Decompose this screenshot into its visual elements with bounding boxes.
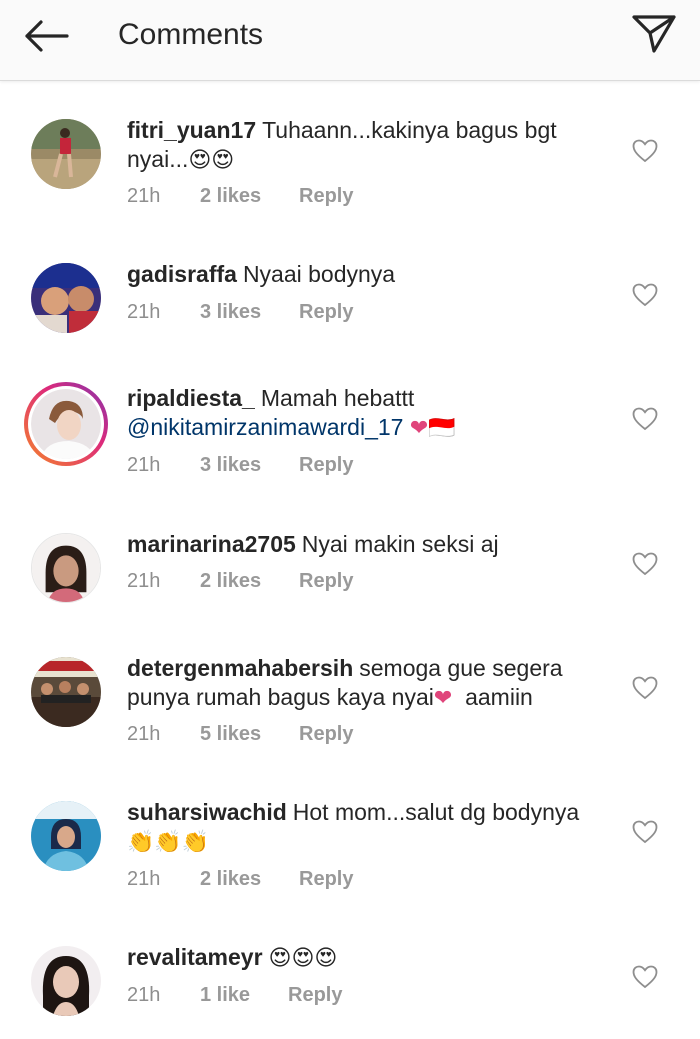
comment-username[interactable]: fitri_yuan17: [127, 117, 256, 143]
comment-username[interactable]: revalitameyr: [127, 944, 263, 970]
like-button[interactable]: [630, 818, 660, 846]
comment-emoji: 😍😍😍: [268, 946, 338, 971]
page-title: Comments: [118, 18, 264, 51]
comment-text: Nyaai bodynya: [242, 261, 396, 287]
avatar[interactable]: [31, 263, 101, 333]
like-button[interactable]: [630, 405, 660, 433]
comment-time: 21h: [127, 454, 161, 476]
reply-button[interactable]: Reply: [299, 721, 353, 747]
comment-body: fitri_yuan17 Tuhaann...kakinya bagus bgt …: [127, 116, 607, 175]
avatar[interactable]: [31, 657, 101, 727]
avatar-photo: [31, 801, 101, 871]
send-icon: [632, 15, 676, 53]
comment-body: ripaldiesta_ Mamah hebattt @nikitamirzani…: [127, 384, 607, 443]
comment-body: marinarina2705 Nyai makin seksi aj: [127, 530, 607, 559]
avatar[interactable]: [31, 946, 101, 1016]
like-button[interactable]: [630, 550, 660, 578]
comment-text: Nyai makin seksi aj: [301, 531, 499, 557]
comment-likes[interactable]: 2 likes: [200, 568, 261, 594]
comment-username[interactable]: marinarina2705: [127, 531, 296, 557]
comment-likes[interactable]: 3 likes: [200, 299, 261, 325]
comment-username[interactable]: suharsiwachid: [127, 799, 287, 825]
comment-time: 21h: [127, 984, 161, 1006]
comment-body: gadisraffa Nyaai bodynya: [127, 260, 607, 289]
heart-icon: [632, 965, 658, 989]
comment-body: detergenmahabersih semoga gue segera puny…: [127, 654, 607, 713]
comment-mention[interactable]: @nikitamirzanimawardi_17: [127, 414, 403, 440]
comment-time: 21h: [127, 868, 161, 890]
comment-likes[interactable]: 1 like: [200, 982, 250, 1008]
heart-icon: [632, 407, 658, 431]
reply-button[interactable]: Reply: [299, 866, 353, 892]
reply-button[interactable]: Reply: [299, 299, 353, 325]
comment-username[interactable]: gadisraffa: [127, 261, 237, 287]
heart-icon: [632, 283, 658, 307]
heart-icon: [632, 820, 658, 844]
comment-text: Hot mom...salut dg bodynya: [292, 799, 580, 825]
comment-time: 21h: [127, 185, 161, 207]
like-button[interactable]: [630, 963, 660, 991]
comment-emoji: 👏👏👏: [127, 830, 210, 855]
heart-icon: [632, 676, 658, 700]
avatar-photo: [32, 534, 100, 602]
comment-text: Mamah hebattt: [260, 385, 415, 411]
comment-likes[interactable]: 3 likes: [200, 452, 261, 478]
like-button[interactable]: [630, 674, 660, 702]
avatar[interactable]: [31, 119, 101, 189]
reply-button[interactable]: Reply: [299, 183, 353, 209]
avatar-photo: [31, 946, 101, 1016]
comment-likes[interactable]: 2 likes: [200, 866, 261, 892]
avatar-photo: [31, 657, 101, 727]
reply-button[interactable]: Reply: [288, 982, 342, 1008]
comment-time: 21h: [127, 570, 161, 592]
comment-time: 21h: [127, 723, 161, 745]
avatar-story-ring[interactable]: [24, 382, 108, 466]
reply-button[interactable]: Reply: [299, 452, 353, 478]
comment-username[interactable]: ripaldiesta_: [127, 385, 255, 411]
reply-button[interactable]: Reply: [299, 568, 353, 594]
like-button[interactable]: [630, 137, 660, 165]
comment-likes[interactable]: 5 likes: [200, 721, 261, 747]
comment-emoji: 😍😍: [188, 148, 235, 173]
comment-username[interactable]: detergenmahabersih: [127, 655, 353, 681]
comment-emoji: ❤: [433, 686, 453, 711]
comment-likes[interactable]: 2 likes: [200, 183, 261, 209]
back-button[interactable]: [18, 14, 74, 58]
share-button[interactable]: [626, 10, 682, 58]
avatar[interactable]: [31, 801, 101, 871]
like-button[interactable]: [630, 281, 660, 309]
comment-emoji: ❤🇮🇩: [409, 416, 456, 441]
arrow-left-icon: [25, 20, 69, 52]
top-bar: Comments: [0, 0, 700, 81]
avatar-photo: [31, 263, 101, 333]
avatar-photo: [31, 119, 101, 189]
comment-time: 21h: [127, 301, 161, 323]
heart-icon: [632, 552, 658, 576]
heart-icon: [632, 139, 658, 163]
comment-body: revalitameyr 😍😍😍: [127, 943, 607, 973]
avatar[interactable]: [31, 533, 101, 603]
avatar-photo: [31, 389, 101, 459]
comment-text-after: aamiin: [465, 684, 533, 710]
comment-body: suharsiwachid Hot mom...salut dg bodynya …: [127, 798, 607, 857]
